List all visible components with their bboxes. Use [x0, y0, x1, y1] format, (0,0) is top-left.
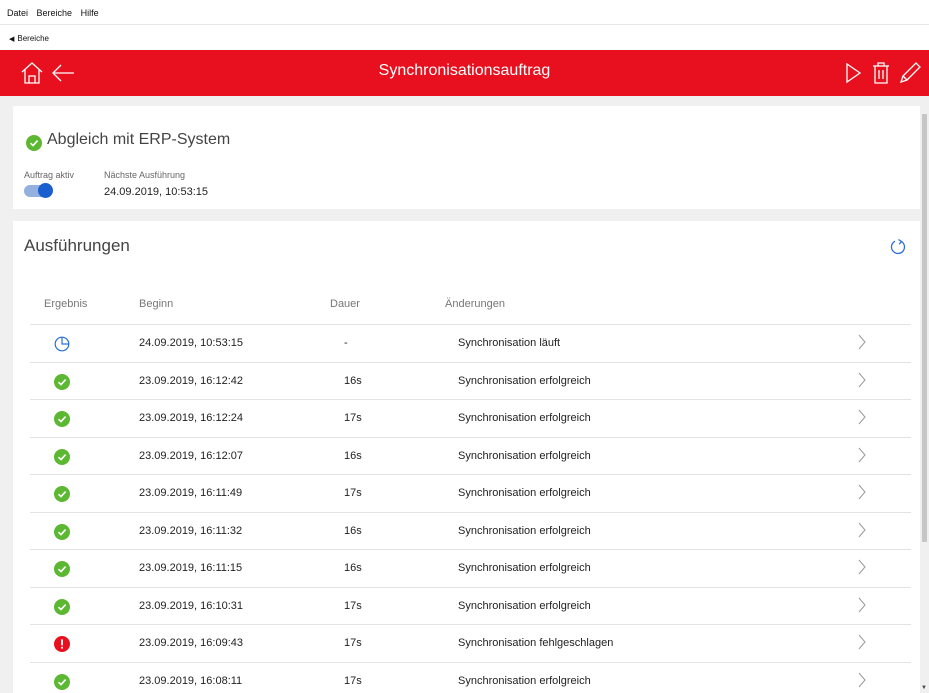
- scrollbar[interactable]: ▼: [920, 96, 929, 693]
- row-duration: 17s: [344, 412, 362, 424]
- row-changes: Synchronisation erfolgreich: [458, 374, 591, 387]
- table-row[interactable]: 23.09.2019, 16:12:24 17s Synchronisation e…: [30, 399, 911, 437]
- row-changes: Synchronisation läuft: [458, 337, 561, 349]
- col-start: Beginn: [139, 298, 174, 310]
- row-changes: Synchronisation erfolgreich: [458, 487, 591, 499]
- table-row[interactable]: 23.09.2019, 16:11:15 16s Synchronisation e…: [30, 549, 911, 587]
- menu-bar: Datei Bereiche Hilfe: [0, 0, 929, 24]
- chevron-right-icon[interactable]: [857, 333, 867, 351]
- chevron-right-icon[interactable]: [857, 521, 867, 539]
- table-row[interactable]: 23.09.2019, 16:12:07 16s Synchronisation e…: [30, 436, 911, 475]
- error-circle-icon: [54, 636, 70, 652]
- check-circle-icon: [54, 373, 70, 390]
- page-title: Synchronisationsauftrag: [378, 62, 551, 79]
- table-row[interactable]: 24.09.2019, 10:53:15 - Synchronisation läu…: [30, 324, 911, 362]
- row-start: 23.09.2019, 16:11:32: [139, 524, 243, 537]
- job-name: Abgleich mit ERP-System: [47, 131, 231, 148]
- nav-bar: ◀ Bereiche: [0, 24, 929, 50]
- row-start: 23.09.2019, 16:12:42: [139, 374, 243, 387]
- row-changes: Synchronisation erfolgreich: [458, 524, 591, 537]
- row-changes: Synchronisation erfolgreich: [458, 562, 591, 574]
- executions-list: 24.09.2019, 10:53:15 - Synchronisation läu…: [30, 324, 911, 693]
- table-row[interactable]: 23.09.2019, 16:12:42 16s Synchronisation e…: [30, 361, 911, 400]
- check-circle-icon: [26, 135, 42, 151]
- active-label: Auftrag aktiv: [24, 170, 75, 180]
- row-changes: Synchronisation fehlgeschlagen: [458, 637, 614, 649]
- row-duration: 17s: [344, 599, 362, 612]
- chevron-right-icon[interactable]: [857, 558, 867, 576]
- menu-bereiche[interactable]: Bereiche: [37, 8, 73, 18]
- clock-icon: [54, 336, 70, 352]
- check-circle-icon: [54, 561, 70, 577]
- col-result: Ergebnis: [44, 298, 88, 310]
- chevron-right-icon[interactable]: [857, 483, 867, 501]
- row-changes: Synchronisation erfolgreich: [458, 599, 591, 612]
- row-start: 23.09.2019, 16:09:43: [139, 637, 243, 649]
- row-start: 23.09.2019, 16:10:31: [139, 599, 243, 612]
- row-duration: 17s: [344, 674, 362, 687]
- executions-card: Ausführungen Ergebnis Beginn Dauer Änder…: [13, 221, 920, 693]
- refresh-icon[interactable]: [889, 238, 907, 256]
- row-start: 23.09.2019, 16:12:07: [139, 449, 243, 462]
- row-changes: Synchronisation erfolgreich: [458, 449, 591, 462]
- page-header: Synchronisationsauftrag: [0, 50, 929, 96]
- job-card: Abgleich mit ERP-System Auftrag aktiv Nä…: [13, 106, 920, 209]
- executions-title: Ausführungen: [24, 236, 130, 255]
- table-row[interactable]: 23.09.2019, 16:11:32 16s Synchronisation e…: [30, 511, 911, 550]
- check-circle-icon: [54, 598, 70, 615]
- toggle-knob: [38, 183, 53, 198]
- next-run-value: 24.09.2019, 10:53:15: [104, 186, 208, 198]
- table-row[interactable]: 23.09.2019, 16:09:43 17s Synchronisation f…: [30, 624, 911, 662]
- table-row[interactable]: 23.09.2019, 16:10:31 17s Synchronisation e…: [30, 586, 911, 625]
- check-circle-icon: [54, 486, 70, 502]
- play-icon[interactable]: [840, 61, 866, 85]
- menu-hilfe[interactable]: Hilfe: [81, 8, 99, 18]
- menu-datei[interactable]: Datei: [7, 8, 28, 18]
- chevron-right-icon[interactable]: [857, 671, 867, 689]
- trash-icon[interactable]: [868, 61, 894, 85]
- triangle-left-icon: ◀: [9, 36, 15, 43]
- edit-icon[interactable]: [897, 61, 923, 85]
- active-toggle[interactable]: [24, 183, 53, 198]
- table-header: Ergebnis Beginn Dauer Änderungen: [13, 294, 920, 324]
- check-circle-icon: [54, 411, 70, 427]
- row-start: 24.09.2019, 10:53:15: [139, 337, 243, 349]
- next-run-label: Nächste Ausführung: [104, 170, 186, 180]
- check-circle-icon: [54, 673, 70, 690]
- row-start: 23.09.2019, 16:11:15: [139, 562, 243, 574]
- row-duration: 16s: [344, 374, 362, 387]
- row-start: 23.09.2019, 16:12:24: [139, 412, 243, 424]
- chevron-right-icon[interactable]: [857, 446, 867, 464]
- chevron-right-icon[interactable]: [857, 633, 867, 651]
- chevron-right-icon[interactable]: [857, 371, 867, 389]
- row-changes: Synchronisation erfolgreich: [458, 412, 591, 424]
- col-changes: Änderungen: [445, 298, 505, 310]
- row-duration: 16s: [344, 562, 362, 574]
- check-circle-icon: [54, 448, 70, 465]
- table-row[interactable]: 23.09.2019, 16:11:49 17s Synchronisation e…: [30, 474, 911, 512]
- scrollbar-thumb[interactable]: [922, 114, 927, 542]
- table-row[interactable]: 23.09.2019, 16:08:11 17s Synchronisation e…: [30, 661, 911, 693]
- chevron-right-icon[interactable]: [857, 408, 867, 426]
- nav-back-link[interactable]: ◀ Bereiche: [9, 34, 49, 43]
- row-duration: 16s: [344, 524, 362, 537]
- content-area: Abgleich mit ERP-System Auftrag aktiv Nä…: [0, 96, 929, 693]
- nav-back-label: Bereiche: [17, 34, 49, 43]
- row-duration: 17s: [344, 637, 362, 649]
- row-duration: 16s: [344, 449, 362, 462]
- row-duration: 17s: [344, 487, 362, 499]
- row-duration: -: [344, 337, 348, 349]
- check-circle-icon: [54, 523, 70, 540]
- chevron-right-icon[interactable]: [857, 596, 867, 614]
- row-start: 23.09.2019, 16:08:11: [139, 674, 243, 687]
- scroll-down-icon[interactable]: ▼: [921, 685, 927, 691]
- row-changes: Synchronisation erfolgreich: [458, 674, 591, 687]
- row-start: 23.09.2019, 16:11:49: [139, 487, 243, 499]
- col-duration: Dauer: [330, 298, 360, 310]
